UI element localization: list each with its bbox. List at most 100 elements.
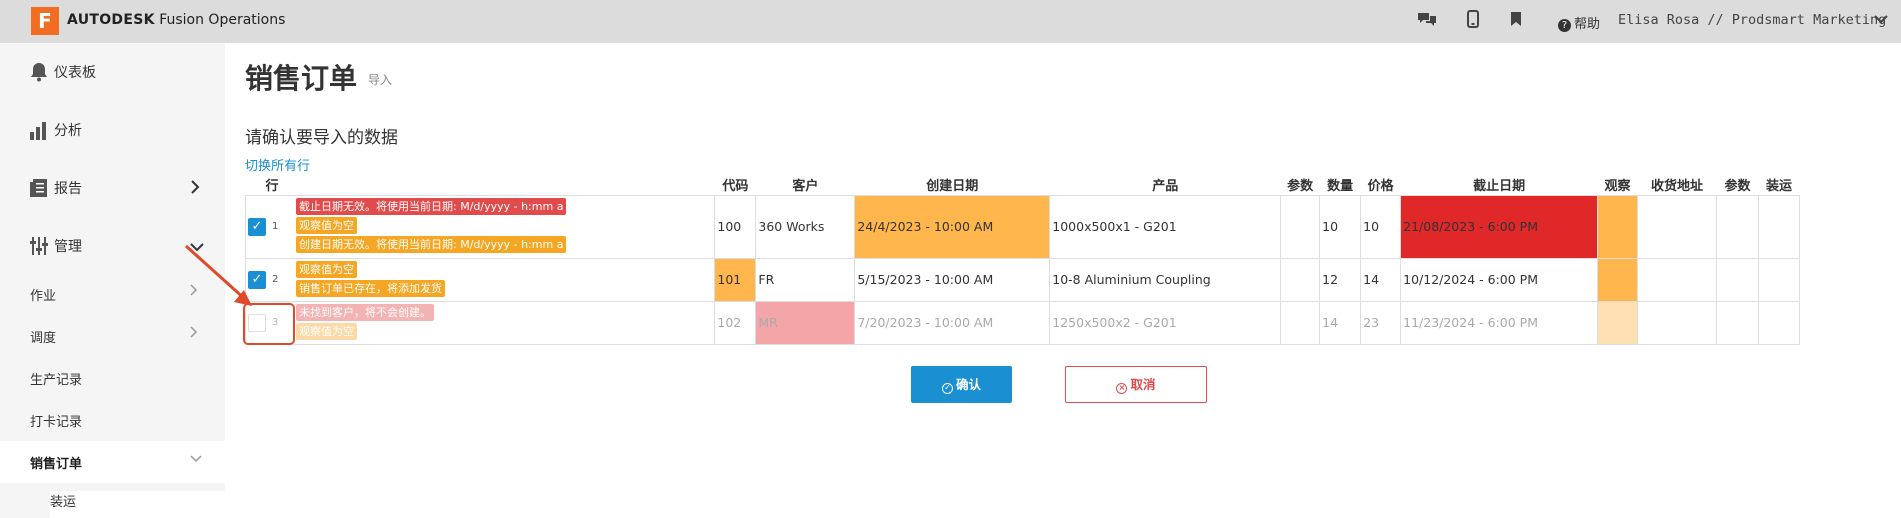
header-address[interactable]: 收货地址	[1638, 174, 1717, 195]
chevron-right-icon	[190, 326, 198, 342]
top-bar: F AUTODESK Fusion Operations ? 帮助 Elisa R…	[0, 0, 1901, 43]
cell-observe	[1597, 194, 1639, 259]
bar-chart-icon	[28, 119, 50, 141]
sidebar-item-reports[interactable]: 报告	[0, 159, 225, 217]
cell-customer: 360 Works	[755, 194, 856, 259]
confirm-heading: 请确认要导入的数据	[245, 128, 398, 148]
header-row[interactable]: 行	[246, 174, 715, 195]
row-cell: ✓ 2 观察值为空 销售订单已存在，将添加发货	[244, 257, 716, 302]
sidebar-item-shipping[interactable]	[50, 491, 225, 518]
cell-created: 5/15/2023 - 10:00 AM	[854, 257, 1051, 302]
cell-quantity: 14	[1319, 300, 1362, 345]
cell-observe	[1597, 300, 1639, 345]
header-product[interactable]: 产品	[1050, 174, 1281, 195]
header-customer[interactable]: 客户	[756, 174, 855, 195]
cell-created: 24/4/2023 - 10:00 AM	[854, 194, 1051, 259]
cell-price: 10	[1360, 194, 1402, 259]
header-deadline[interactable]: 截止日期	[1401, 174, 1598, 195]
row-cell: ✓ 1 截止日期无效。将使用当前日期: M/d/yyyy - h:mm a 观察值…	[244, 194, 716, 259]
header-observe[interactable]: 观察	[1598, 174, 1638, 195]
sidebar-label-scheduling: 调度	[30, 331, 57, 346]
sidebar-label-management: 管理	[54, 239, 82, 255]
sidebar-label-clock-records: 打卡记录	[30, 415, 83, 430]
header-quantity[interactable]: 数量	[1320, 174, 1361, 195]
cell-customer: FR	[755, 257, 856, 302]
bell-icon	[28, 61, 50, 83]
warning-badge: 观察值为空	[296, 216, 357, 234]
table-row: 3 未找到客户，将不会创建。 观察值为空 102 MR 7/20/2023 - …	[244, 300, 1801, 345]
cell-shipping	[1757, 257, 1801, 302]
cell-param	[1280, 257, 1321, 302]
row-cell: 3 未找到客户，将不会创建。 观察值为空	[244, 300, 716, 345]
report-icon	[28, 177, 50, 199]
bookmark-icon[interactable]	[1505, 10, 1527, 32]
cell-product: 1250x500x2 - G201	[1049, 300, 1282, 345]
cell-param	[1280, 300, 1321, 345]
sidebar-item-analysis[interactable]: 分析	[0, 101, 225, 159]
row-checkbox[interactable]: ✓	[248, 217, 266, 236]
confirm-button[interactable]: ✓ 确认	[911, 366, 1012, 403]
fusion-logo[interactable]: F	[31, 7, 59, 35]
page-subtitle: 导入	[368, 73, 393, 87]
header-shipping[interactable]: 装运	[1758, 174, 1799, 195]
help-icon: ?	[1558, 19, 1571, 32]
table-row: ✓ 2 观察值为空 销售订单已存在，将添加发货 101 FR 5/15/2023 …	[244, 257, 1801, 302]
error-badge: 未找到客户，将不会创建。	[296, 303, 434, 321]
cell-quantity: 12	[1319, 257, 1362, 302]
cell-deadline: 21/08/2023 - 6:00 PM	[1400, 194, 1599, 259]
warning-badge: 创建日期无效。将使用当前日期: M/d/yyyy - h:mm a	[296, 235, 567, 253]
header-param[interactable]: 参数	[1281, 174, 1320, 195]
cell-observe	[1597, 257, 1639, 302]
sidebar-item-scheduling[interactable]: 调度	[0, 315, 225, 357]
help-link[interactable]: ? 帮助	[1558, 13, 1600, 32]
check-circle-icon: ✓	[941, 383, 953, 394]
sidebar-label-jobs: 作业	[30, 289, 57, 304]
cell-param	[1716, 300, 1759, 345]
confirm-label: 确认	[955, 377, 981, 392]
header-code[interactable]: 代码	[715, 174, 756, 195]
warning-badge: 观察值为空	[296, 322, 357, 340]
sidebar-item-clock-records[interactable]: 打卡记录	[0, 399, 225, 441]
mobile-icon[interactable]	[1462, 10, 1484, 32]
header-created[interactable]: 创建日期	[855, 174, 1050, 195]
table-header-row: 行 代码 客户 创建日期 产品 参数 数量 价格 截止日期 观察 收货地址 参数…	[246, 174, 1800, 195]
sidebar-label-analysis: 分析	[54, 123, 82, 139]
cell-price: 23	[1360, 300, 1402, 345]
error-badge: 截止日期无效。将使用当前日期: M/d/yyyy - h:mm a	[296, 197, 567, 215]
close-circle-icon: ×	[1116, 383, 1128, 394]
toggle-all-rows-link[interactable]: 切换所有行	[245, 155, 310, 174]
cancel-button[interactable]: × 取消	[1065, 366, 1207, 403]
cell-param	[1716, 194, 1759, 259]
cell-deadline: 11/23/2024 - 6:00 PM	[1400, 300, 1599, 345]
cell-address	[1637, 194, 1717, 259]
import-table: 行 代码 客户 创建日期 产品 参数 数量 价格 截止日期 观察 收货地址 参数…	[244, 174, 1801, 345]
page-title: 销售订单	[245, 62, 358, 95]
warning-badge: 观察值为空	[296, 260, 357, 278]
header-price[interactable]: 价格	[1361, 174, 1401, 195]
sidebar-label-dashboard: 仪表板	[54, 65, 96, 81]
row-number: 1	[272, 221, 279, 232]
sidebar-item-sales-orders[interactable]: 销售订单	[0, 441, 225, 483]
sidebar-item-dashboard[interactable]: 仪表板	[0, 43, 225, 101]
cell-price: 14	[1360, 257, 1402, 302]
annotation-highlight-box	[243, 303, 295, 345]
row-messages: 观察值为空 销售订单已存在，将添加发货	[296, 260, 445, 297]
chat-icon[interactable]	[1416, 10, 1438, 32]
sidebar-label-reports: 报告	[54, 181, 82, 197]
chevron-down-icon[interactable]	[1874, 12, 1888, 28]
cell-product: 10-8 Aluminium Coupling	[1049, 257, 1282, 302]
cell-address	[1637, 300, 1717, 345]
sidebar-label-shipping[interactable]: 装运	[50, 491, 76, 510]
cell-customer: MR	[755, 300, 856, 345]
cell-product: 1000x500x1 - G201	[1049, 194, 1282, 259]
user-menu[interactable]: Elisa Rosa // Prodsmart Marketing	[1618, 12, 1886, 28]
cell-param	[1716, 257, 1759, 302]
cell-quantity: 10	[1319, 194, 1362, 259]
sidebar-label-sales-orders: 销售订单	[30, 457, 83, 472]
brand-bold: AUTODESK	[67, 12, 155, 28]
header-param[interactable]: 参数	[1717, 174, 1759, 195]
cell-shipping	[1757, 300, 1801, 345]
cell-shipping	[1757, 194, 1801, 259]
sidebar-item-production-records[interactable]: 生产记录	[0, 357, 225, 399]
brand-rest: Fusion Operations	[154, 12, 286, 28]
